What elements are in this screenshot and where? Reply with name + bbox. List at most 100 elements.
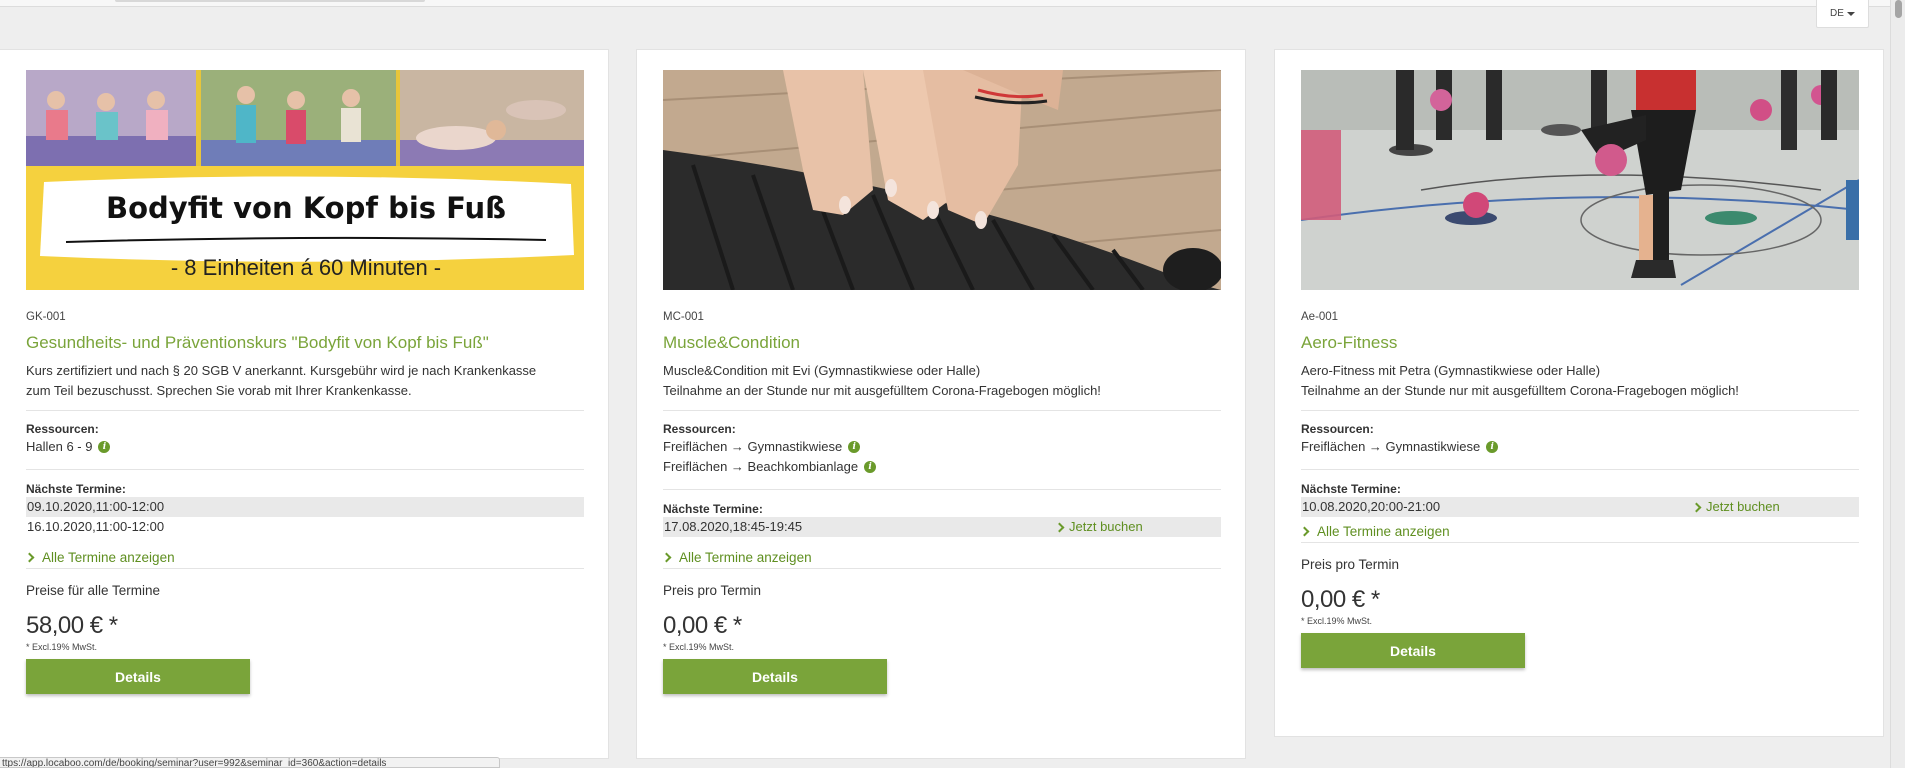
price-label: Preis pro Termin [663,583,762,598]
dates-section: Nächste Termine: 17.08.2020,18:45-19:45 … [663,502,1221,537]
resource-name: Freiflächen → Gymnastikwiese [1301,439,1481,454]
vat-note: * Excl.19% MwSt. [1301,616,1373,626]
price-label: Preis pro Termin [1301,557,1400,572]
date-value: 10.08.2020,20:00-21:00 [1302,499,1441,514]
price-label: Preise für alle Termine [26,583,161,598]
description-line-2: zum Teil bezuschusst. Sprechen Sie vorab… [26,383,412,398]
course-description: Kurs zertifiziert und nach § 20 SGB V an… [26,361,584,401]
course-code: Ae-001 [1301,311,1339,323]
course-title[interactable]: Muscle&Condition [663,332,1221,354]
description-line-1: Kurs zertifiziert und nach § 20 SGB V an… [26,363,537,378]
book-now-link[interactable]: Jetzt buchen [1054,517,1143,537]
course-description: Muscle&Condition mit Evi (Gymnastikwiese… [663,361,1221,401]
dates-section: Nächste Termine: 10.08.2020,20:00-21:00 … [1301,482,1859,517]
price-value: 0,00 € * [663,612,742,639]
all-dates-link[interactable]: Alle Termine anzeigen [24,547,584,567]
course-card-mc001: MC-001 Muscle&Condition Muscle&Condition… [636,49,1246,759]
resources-section: Ressourcen: Freiflächen → Gymnastikwiese… [1301,422,1859,457]
date-row: 16.10.2020,11:00-12:00 [26,517,584,537]
all-dates-label: Alle Termine anzeigen [42,549,175,565]
divider [1301,469,1859,470]
details-button[interactable]: Details [1301,633,1525,668]
description-line-1: Aero-Fitness mit Petra (Gymnastikwiese o… [1301,363,1601,378]
dates-label: Nächste Termine: [26,482,126,496]
description-line-2: Teilnahme an der Stunde nur mit ausgefül… [663,383,1101,398]
course-title[interactable]: Gesundheits- und Präventionskurs "Bodyfi… [26,332,584,354]
date-row: 10.08.2020,20:00-21:00 Jetzt buchen [1301,497,1859,517]
bodyfit-banner-image: Bodyfit von Kopf bis Fuß - 8 Einheiten á… [26,70,584,290]
all-dates-label: Alle Termine anzeigen [1317,523,1450,539]
divider [26,568,584,569]
divider [26,410,584,411]
dates-label: Nächste Termine: [1301,482,1401,496]
resource-name: Freiflächen → Beachkombianlage [663,459,859,474]
dates-section: Nächste Termine: 09.10.2020,11:00-12:00 … [26,482,584,537]
dates-label: Nächste Termine: [663,502,763,516]
details-button[interactable]: Details [26,659,250,694]
all-dates-link[interactable]: Alle Termine anzeigen [661,547,1221,567]
resource-name: Hallen 6 - 9 [26,439,93,454]
resource-item: Freiflächen → Gymnastikwiese i [663,437,1221,457]
vat-note: * Excl.19% MwSt. [26,642,98,652]
divider [663,489,1221,490]
vat-note: * Excl.19% MwSt. [663,642,735,652]
divider [26,469,584,470]
info-icon[interactable]: i [864,461,877,473]
browser-top-bar [0,0,1890,7]
resource-item: Freiflächen → Beachkombianlage i [663,457,1221,477]
browser-status-url: ttps://app.locaboo.com/de/booking/semina… [0,757,500,768]
page-scrollbar[interactable] [1890,0,1905,768]
divider [663,568,1221,569]
chevron-right-icon [1054,522,1065,532]
course-card-gk001: Bodyfit von Kopf bis Fuß - 8 Einheiten á… [0,49,609,759]
resources-section: Ressourcen: Freiflächen → Gymnastikwiese… [663,422,1221,477]
language-select[interactable]: DE [1816,0,1869,28]
resource-item: Freiflächen → Gymnastikwiese i [1301,437,1859,457]
yoga-mat-photo [663,70,1221,290]
description-line-2: Teilnahme an der Stunde nur mit ausgefül… [1301,383,1739,398]
course-title[interactable]: Aero-Fitness [1301,332,1859,354]
resource-name: Freiflächen → Gymnastikwiese [663,439,843,454]
price-value: 58,00 € * [26,612,118,639]
book-now-link[interactable]: Jetzt buchen [1691,497,1780,517]
chevron-right-icon [1299,526,1310,536]
divider [1301,410,1859,411]
course-code: GK-001 [26,311,66,323]
info-icon[interactable]: i [848,441,861,453]
chevron-right-icon [24,552,35,562]
resources-section: Ressourcen: Hallen 6 - 9 i [26,422,584,457]
language-label: DE [1830,8,1844,19]
course-image-bodyfit: Bodyfit von Kopf bis Fuß - 8 Einheiten á… [26,70,584,290]
browser-tab-stub [115,0,425,2]
book-now-label: Jetzt buchen [1706,499,1780,514]
date-value: 09.10.2020,11:00-12:00 [27,499,165,514]
resource-item: Hallen 6 - 9 i [26,437,584,457]
divider [1301,542,1859,543]
description-line-1: Muscle&Condition mit Evi (Gymnastikwiese… [663,363,981,378]
resources-label: Ressourcen: [26,422,99,436]
scrollbar-thumb[interactable] [1895,0,1902,18]
chevron-right-icon [661,552,672,562]
info-icon[interactable]: i [98,441,111,453]
course-image-aero-fitness [1301,70,1859,290]
resources-label: Ressourcen: [663,422,736,436]
details-button[interactable]: Details [663,659,887,694]
chevron-right-icon [1691,502,1702,512]
course-description: Aero-Fitness mit Petra (Gymnastikwiese o… [1301,361,1859,401]
date-value: 17.08.2020,18:45-19:45 [664,519,803,534]
price-value: 0,00 € * [1301,586,1380,613]
divider [663,410,1221,411]
caret-down-icon [1846,11,1855,16]
all-dates-label: Alle Termine anzeigen [679,549,812,565]
course-image-muscle-condition [663,70,1221,290]
resources-label: Ressourcen: [1301,422,1374,436]
date-value: 16.10.2020,11:00-12:00 [27,519,165,534]
date-row: 09.10.2020,11:00-12:00 [26,497,584,517]
banner-subline: - 8 Einheiten á 60 Minuten - [171,255,441,280]
book-now-label: Jetzt buchen [1069,519,1143,534]
info-icon[interactable]: i [1486,441,1499,453]
aerobics-gym-photo [1301,70,1859,290]
course-card-ae001: Ae-001 Aero-Fitness Aero-Fitness mit Pet… [1274,49,1884,737]
all-dates-link[interactable]: Alle Termine anzeigen [1299,521,1859,541]
date-row: 17.08.2020,18:45-19:45 Jetzt buchen [663,517,1221,537]
